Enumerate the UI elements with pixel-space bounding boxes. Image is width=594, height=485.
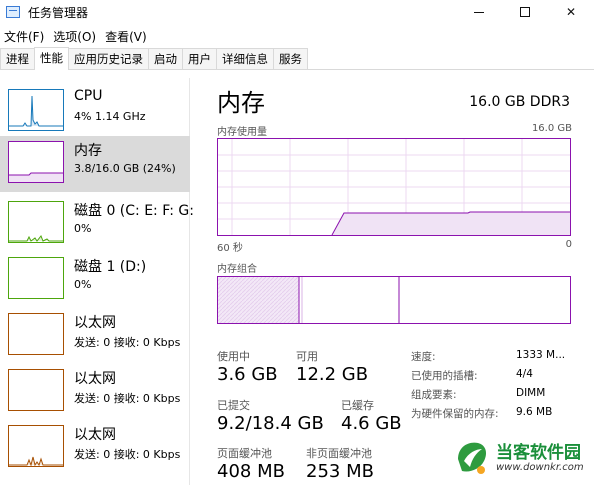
- memory-composition-bar: [217, 276, 571, 324]
- tab-users[interactable]: 用户: [182, 48, 217, 69]
- tab-performance[interactable]: 性能: [34, 47, 69, 70]
- memory-usage-graph: [217, 138, 571, 236]
- window-title: 任务管理器: [28, 5, 89, 20]
- form-factor-value: DIMM: [516, 387, 546, 399]
- page-title: 内存: [217, 89, 265, 117]
- sidebar-item-ethernet-1[interactable]: 以太网 发送: 0 接收: 0 Kbps: [0, 308, 190, 364]
- slots-value: 4/4: [516, 368, 533, 380]
- sidebar-item-subtitle: 0%: [74, 278, 92, 291]
- in-use-value: 3.6 GB: [217, 364, 278, 385]
- sidebar-item-title: 以太网: [74, 371, 116, 387]
- sidebar-item-memory[interactable]: 内存 3.8/16.0 GB (24%): [0, 136, 190, 192]
- memory-thumbnail-graph: [8, 141, 64, 183]
- available-value: 12.2 GB: [296, 364, 369, 385]
- paged-pool-value: 408 MB: [217, 461, 285, 482]
- memory-detail-panel: 内存 16.0 GB DDR3 内存使用量 16.0 GB 60 秒 0 内存组…: [200, 78, 594, 485]
- cached-value: 4.6 GB: [341, 413, 402, 434]
- speed-value: 1333 M...: [516, 349, 566, 361]
- minimize-button[interactable]: [456, 0, 502, 24]
- sidebar-item-disk-1[interactable]: 磁盘 1 (D:) 0%: [0, 252, 190, 308]
- memory-usage-chart: [218, 139, 570, 235]
- maximize-button[interactable]: [502, 0, 548, 24]
- composition-label: 内存组合: [217, 264, 257, 275]
- usage-graph-label: 内存使用量: [217, 127, 267, 138]
- tab-processes[interactable]: 进程: [0, 48, 35, 69]
- nonpaged-pool-value: 253 MB: [306, 461, 374, 482]
- sidebar-item-subtitle: 0%: [74, 222, 92, 235]
- close-button[interactable]: ✕: [548, 0, 594, 24]
- ethernet-1-thumbnail-graph: [8, 313, 64, 355]
- sidebar-item-disk-0[interactable]: 磁盘 0 (C: E: F: G: 0%: [0, 196, 194, 252]
- sidebar-item-subtitle: 发送: 0 接收: 0 Kbps: [74, 392, 181, 405]
- sidebar-item-title: 磁盘 0 (C: E: F: G:: [74, 203, 194, 219]
- menu-options[interactable]: 选项(O): [49, 28, 101, 45]
- usage-graph-max: 16.0 GB: [531, 123, 572, 134]
- minimize-icon: [474, 12, 484, 13]
- disk-1-thumbnail-graph: [8, 257, 64, 299]
- sidebar-item-ethernet-2[interactable]: 以太网 发送: 0 接收: 0 Kbps: [0, 364, 190, 420]
- memory-spec: 16.0 GB DDR3: [469, 94, 570, 110]
- hardware-reserved-label: 为硬件保留的内存:: [411, 408, 499, 420]
- menu-file[interactable]: 文件(F): [0, 28, 49, 45]
- title-bar: 任务管理器 ✕: [0, 0, 594, 24]
- graph-time-right: 0: [565, 239, 572, 250]
- slots-label: 已使用的插槽:: [411, 370, 478, 382]
- sidebar-item-title: CPU: [74, 88, 103, 104]
- performance-sidebar: CPU 4% 1.14 GHz 内存 3.8/16.0 GB (24%) 磁盘 …: [0, 78, 194, 485]
- available-label: 可用: [296, 350, 318, 363]
- menu-view[interactable]: 查看(V): [101, 28, 152, 45]
- sidebar-item-ethernet-3[interactable]: 以太网 发送: 0 接收: 0 Kbps: [0, 420, 190, 476]
- window-controls: ✕: [456, 0, 594, 24]
- sidebar-item-subtitle: 3.8/16.0 GB (24%): [74, 162, 176, 175]
- graph-time-left: 60 秒: [217, 243, 243, 254]
- cpu-thumbnail-graph: [8, 89, 64, 131]
- ethernet-2-thumbnail-graph: [8, 369, 64, 411]
- sidebar-item-subtitle: 4% 1.14 GHz: [74, 110, 146, 123]
- form-factor-label: 组成要素:: [411, 389, 457, 401]
- sidebar-item-cpu[interactable]: CPU 4% 1.14 GHz: [0, 84, 190, 140]
- committed-label: 已提交: [217, 399, 250, 412]
- sidebar-item-title: 以太网: [74, 315, 116, 331]
- sidebar-item-title: 内存: [74, 143, 102, 159]
- menu-bar: 文件(F) 选项(O) 查看(V): [0, 26, 152, 46]
- watermark-url: www.downkr.com: [496, 462, 584, 473]
- disk-0-thumbnail-graph: [8, 201, 64, 243]
- sidebar-item-subtitle: 发送: 0 接收: 0 Kbps: [74, 448, 181, 461]
- paged-pool-label: 页面缓冲池: [217, 447, 272, 460]
- watermark-text: 当客软件园: [496, 443, 581, 463]
- tab-services[interactable]: 服务: [273, 48, 308, 69]
- in-use-label: 使用中: [217, 350, 250, 363]
- tab-startup[interactable]: 启动: [148, 48, 183, 69]
- sidebar-item-title: 以太网: [74, 427, 116, 443]
- tab-bar: 进程 性能 应用历史记录 启动 用户 详细信息 服务: [0, 47, 594, 70]
- tab-app-history[interactable]: 应用历史记录: [68, 48, 149, 69]
- maximize-icon: [520, 7, 530, 17]
- site-watermark: 当客软件园 www.downkr.com: [452, 436, 594, 485]
- cached-label: 已缓存: [341, 399, 374, 412]
- tab-details[interactable]: 详细信息: [216, 48, 274, 69]
- nonpaged-pool-label: 非页面缓冲池: [306, 447, 372, 460]
- sidebar-item-title: 磁盘 1 (D:): [74, 259, 147, 275]
- task-manager-icon: [6, 6, 20, 18]
- memory-composition-chart: [218, 277, 400, 323]
- committed-value: 9.2/18.4 GB: [217, 413, 324, 434]
- ethernet-3-thumbnail-graph: [8, 425, 64, 467]
- hardware-reserved-value: 9.6 MB: [516, 406, 553, 418]
- sidebar-item-subtitle: 发送: 0 接收: 0 Kbps: [74, 336, 181, 349]
- speed-label: 速度:: [411, 351, 436, 363]
- close-icon: ✕: [565, 5, 577, 19]
- watermark-logo-icon: [458, 442, 486, 474]
